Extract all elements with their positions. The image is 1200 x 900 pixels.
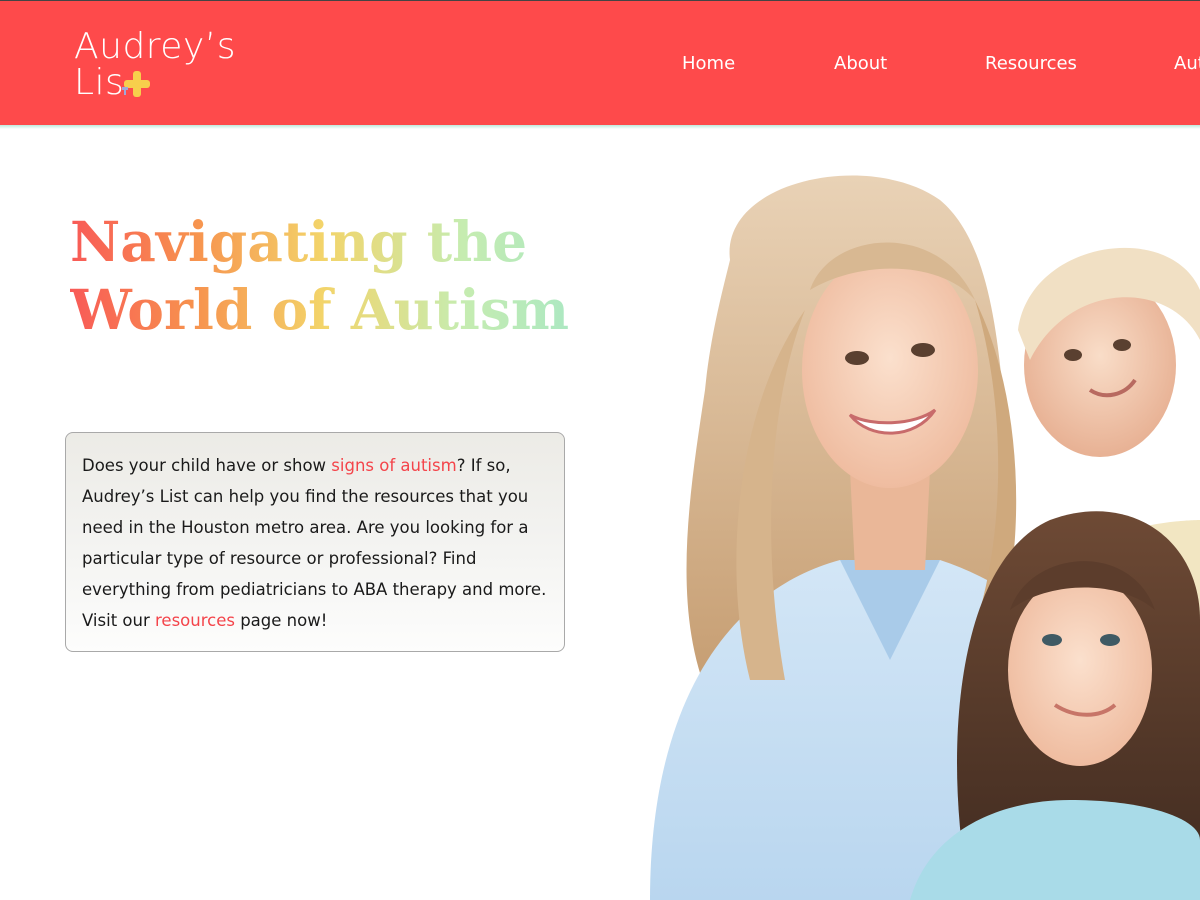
intro-text-2: ? If so, Audrey’s List can help you find…: [82, 456, 547, 630]
intro-text-1: Does your child have or show: [82, 456, 332, 475]
nav-autism[interactable]: Aut: [1174, 53, 1200, 74]
intro-text-3: page now!: [234, 611, 328, 630]
intro-card: Does your child have or show signs of au…: [65, 432, 565, 652]
page: Audrey’s Lis Home About Resources Aut Na…: [0, 0, 1200, 900]
nav-home[interactable]: Home: [682, 53, 735, 74]
nav-resources[interactable]: Resources: [985, 53, 1077, 74]
title-line2: World of Autism: [70, 277, 570, 342]
resources-link[interactable]: resources: [155, 611, 235, 630]
site-header: Audrey’s Lis Home About Resources Aut: [0, 0, 1200, 125]
title-line1: Navigating the: [70, 209, 528, 274]
family-photo: [650, 175, 1200, 900]
page-title: Navigating the World of Autism: [70, 208, 630, 344]
main-nav: Home About Resources Aut: [0, 53, 1200, 79]
signs-of-autism-link[interactable]: signs of autism: [331, 456, 456, 475]
nav-about[interactable]: About: [834, 53, 887, 74]
header-shadow: [0, 125, 1200, 129]
intro-paragraph: Does your child have or show signs of au…: [82, 450, 548, 636]
